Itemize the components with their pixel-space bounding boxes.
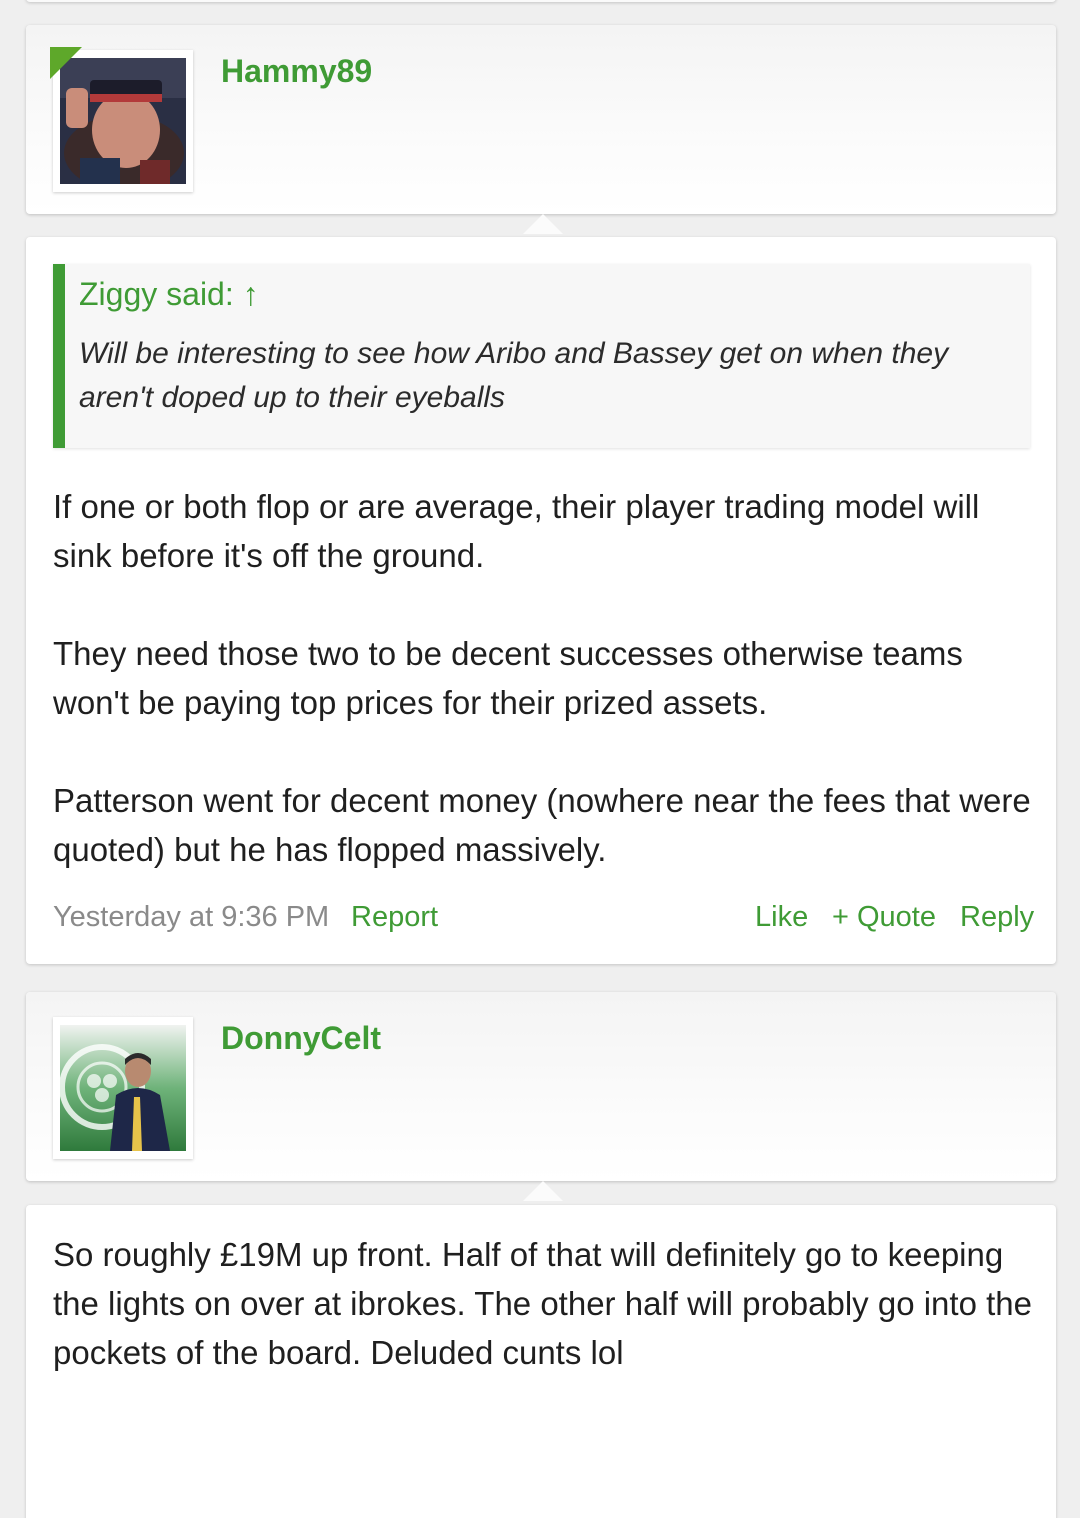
avatar[interactable] <box>50 47 193 192</box>
reply-link[interactable]: Reply <box>960 901 1034 934</box>
post-paragraph: Patterson went for decent money (nowhere… <box>53 782 1031 868</box>
post-footer: Yesterday at 9:36 PM Report Like + Quote… <box>53 901 1034 941</box>
post-author-name[interactable]: Hammy89 <box>221 53 372 90</box>
post-paragraph: They need those two to be decent success… <box>53 635 963 721</box>
post-message: Ziggy said: ↑ Will be interesting to see… <box>26 237 1056 964</box>
avatar[interactable] <box>53 1017 193 1159</box>
post-paragraph: So roughly £19M up front. Half of that w… <box>53 1236 1032 1371</box>
card-pointer <box>523 214 563 234</box>
quote-text: Will be interesting to see how Aribo and… <box>79 337 949 414</box>
report-link[interactable]: Report <box>351 901 438 934</box>
thread-page: Hammy89 Ziggy said: ↑ Will be interestin… <box>0 0 1080 1518</box>
avatar-image <box>60 1025 186 1151</box>
previous-post-card <box>26 0 1056 2</box>
post-message: So roughly £19M up front. Half of that w… <box>26 1205 1056 1518</box>
post-user-card: Hammy89 <box>26 25 1056 234</box>
quote-block: Ziggy said: ↑ Will be interesting to see… <box>53 264 1030 448</box>
like-link[interactable]: Like <box>755 901 808 934</box>
post-author-name[interactable]: DonnyCelt <box>221 1020 381 1057</box>
quote-link[interactable]: + Quote <box>832 901 936 934</box>
post-timestamp[interactable]: Yesterday at 9:36 PM <box>53 901 329 934</box>
card-pointer <box>523 1181 563 1201</box>
post-user-card: DonnyCelt <box>26 992 1056 1201</box>
quote-author-link[interactable]: Ziggy said: ↑ <box>79 276 259 313</box>
post-paragraph: If one or both flop or are average, thei… <box>53 488 980 574</box>
online-indicator <box>50 47 82 79</box>
